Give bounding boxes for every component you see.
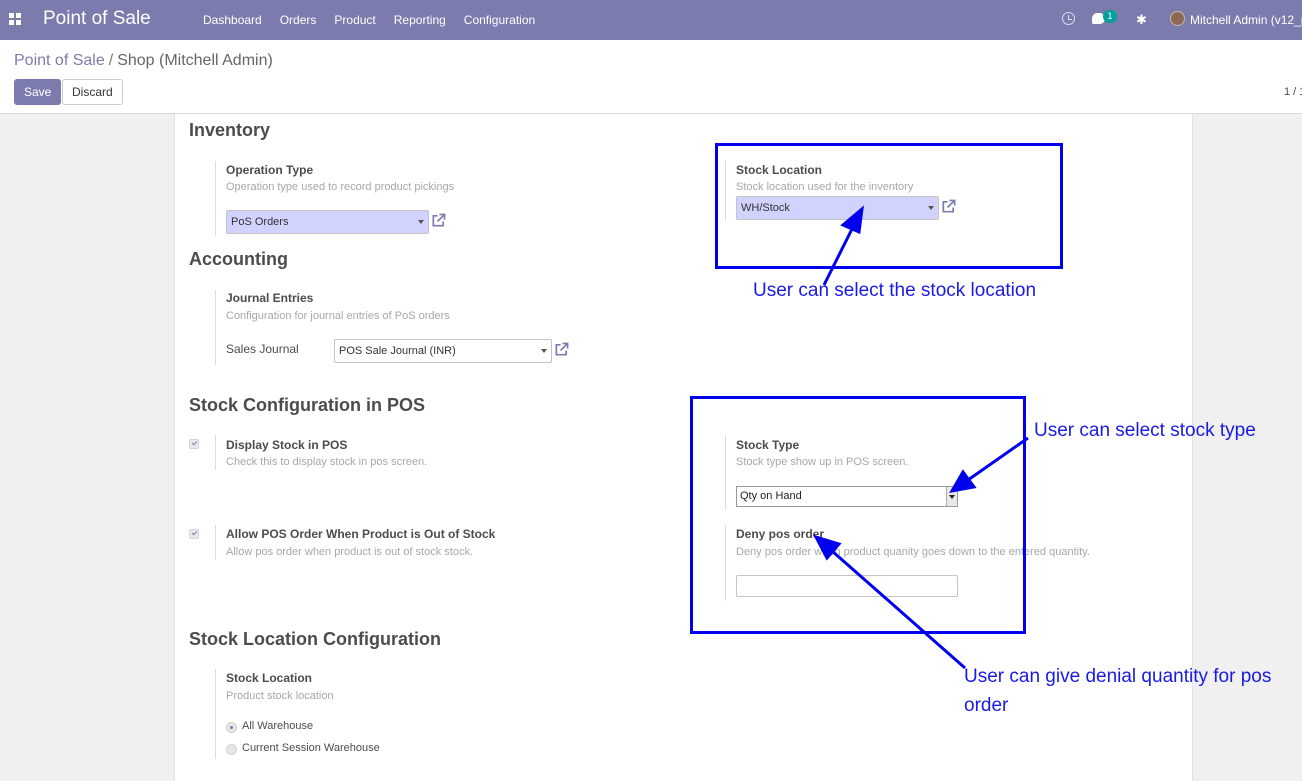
arrow-stock-type (967, 436, 1029, 482)
arrow-deny-order (831, 549, 966, 670)
arrowhead-stock-location (840, 205, 864, 235)
arrowhead-stock-type (949, 469, 977, 494)
arrow-stock-location (822, 224, 856, 286)
annotation-arrows (813, 205, 1029, 670)
